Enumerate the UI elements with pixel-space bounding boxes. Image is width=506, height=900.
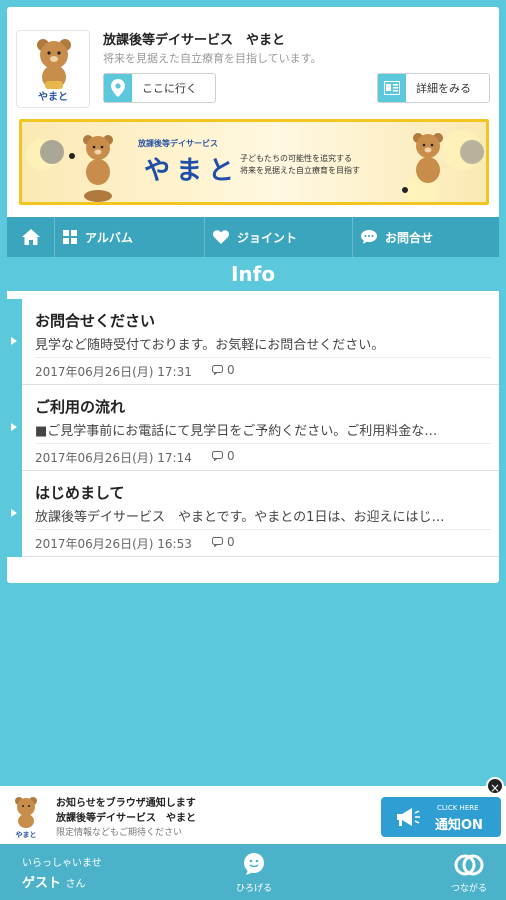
notify-on-label: 通知ON <box>435 818 483 833</box>
heart-icon <box>213 230 229 244</box>
banner-line-1: 子どもたちの可能性を追究する <box>240 154 352 163</box>
chevron-right-icon <box>11 509 17 517</box>
notify-line-2: 放課後等デイサービス やまと <box>56 813 196 824</box>
post-title: はじめまして <box>35 484 125 502</box>
banner-line-2: 将来を見据えた自立療育を目指す <box>240 166 360 175</box>
nav-joint-label: ジョイント <box>237 230 298 245</box>
post-list: お問合せください 見学など随時受付ております。お気軽にお問合せください。 201… <box>7 299 499 557</box>
main-card: やまと 放課後等デイサービス やまと 将来を見据えた自立療育を目指しています。 … <box>7 7 499 583</box>
home-icon <box>21 229 40 245</box>
post-excerpt: 見学など随時受付ております。お気軽にお問合せください。 <box>35 338 385 353</box>
bear-logo-icon <box>37 39 71 89</box>
post-excerpt: 放課後等デイサービス やまとです。やまとの1日は、お迎えにはじ… <box>35 510 445 525</box>
section-title: Info <box>7 257 499 291</box>
grid-icon <box>63 230 77 244</box>
comment-count: 0 <box>227 535 235 549</box>
nav-album-label: アルバム <box>85 230 133 245</box>
guest-label: ゲスト <box>22 876 62 891</box>
post-date: 2017年06月26日(月) 17:31 <box>35 365 192 379</box>
comment-count: 0 <box>227 363 235 377</box>
detail-button[interactable]: 詳細をみる <box>377 73 490 103</box>
post-date: 2017年06月26日(月) 17:14 <box>35 451 192 465</box>
post-excerpt: ■ご見学事前にお電話にて見学日をご予約ください。ご利用料金な… <box>35 424 438 439</box>
comment-icon <box>212 537 223 547</box>
shop-banner[interactable]: 放課後等デイサービス やまと 子どもたちの可能性を追究する 将来を見据えた自立療… <box>19 119 489 205</box>
chevron-right-icon <box>11 337 17 345</box>
banner-title: やまと <box>144 156 241 186</box>
click-here-label: CLICK HERE <box>437 804 479 812</box>
detail-label: 詳細をみる <box>416 82 471 95</box>
comment-icon <box>212 451 223 461</box>
list-item[interactable]: はじめまして 放課後等デイサービス やまとです。やまとの1日は、お迎えにはじ… … <box>7 471 499 557</box>
divider <box>35 443 491 444</box>
comment-icon <box>212 365 223 375</box>
shop-subtitle: 将来を見据えた自立療育を目指しています。 <box>103 52 322 65</box>
nav-joint[interactable]: ジョイント <box>205 217 353 257</box>
logo-label: やまと <box>38 92 68 103</box>
notify-logo-label: やまと <box>15 831 37 839</box>
divider <box>35 529 491 530</box>
banner-small-text: 放課後等デイサービス <box>138 139 218 148</box>
notification-on-button[interactable]: CLICK HERE 通知ON <box>381 797 501 837</box>
go-here-label: ここに行く <box>142 82 197 95</box>
chat-bubble-icon <box>361 230 377 244</box>
chevron-right-icon <box>11 423 17 431</box>
connect-button[interactable]: つながる <box>434 850 504 896</box>
main-nav: アルバム ジョイント お問合せ <box>7 217 499 257</box>
guest-name[interactable]: ゲスト さん <box>22 872 86 891</box>
divider <box>35 357 491 358</box>
go-here-button[interactable]: ここに行く <box>103 73 216 103</box>
shop-name: 放課後等デイサービス やまと <box>103 33 286 48</box>
post-date: 2017年06月26日(月) 16:53 <box>35 537 192 551</box>
notify-line-3: 限定情報などもご期待ください <box>56 828 183 838</box>
guest-suffix: さん <box>65 879 86 890</box>
nav-album[interactable]: アルバム <box>55 217 205 257</box>
speech-bubble-icon <box>244 853 264 875</box>
link-icon <box>454 854 484 876</box>
nav-contact[interactable]: お問合せ <box>353 217 499 257</box>
map-pin-icon <box>104 74 132 102</box>
notify-line-1: お知らせをブラウザ通知します <box>56 798 196 809</box>
nav-home[interactable] <box>7 217 55 257</box>
shop-logo[interactable]: やまと <box>16 30 90 108</box>
megaphone-icon <box>397 808 420 826</box>
spread-label: ひろげる <box>235 884 272 894</box>
connect-label: つながる <box>450 884 487 894</box>
post-title: お問合せください <box>35 312 156 330</box>
close-icon[interactable]: × <box>486 777 504 795</box>
notification-banner: やまと お知らせをブラウザ通知します 放課後等デイサービス やまと 限定情報など… <box>0 786 506 844</box>
shop-header: やまと 放課後等デイサービス やまと 将来を見据えた自立療育を目指しています。 … <box>7 7 499 217</box>
welcome-text: いらっしゃいませ <box>22 858 102 869</box>
spread-button[interactable]: ひろげる <box>219 850 289 896</box>
post-title: ご利用の流れ <box>35 398 126 416</box>
list-item[interactable]: ご利用の流れ ■ご見学事前にお電話にて見学日をご予約ください。ご利用料金な… 2… <box>7 385 499 471</box>
comment-count: 0 <box>227 449 235 463</box>
info-card-icon <box>378 74 406 102</box>
bottom-bar: いらっしゃいませ ゲスト さん ひろげる つながる <box>0 844 506 900</box>
nav-contact-label: お問合せ <box>385 230 434 245</box>
list-item[interactable]: お問合せください 見学など随時受付ております。お気軽にお問合せください。 201… <box>7 299 499 385</box>
